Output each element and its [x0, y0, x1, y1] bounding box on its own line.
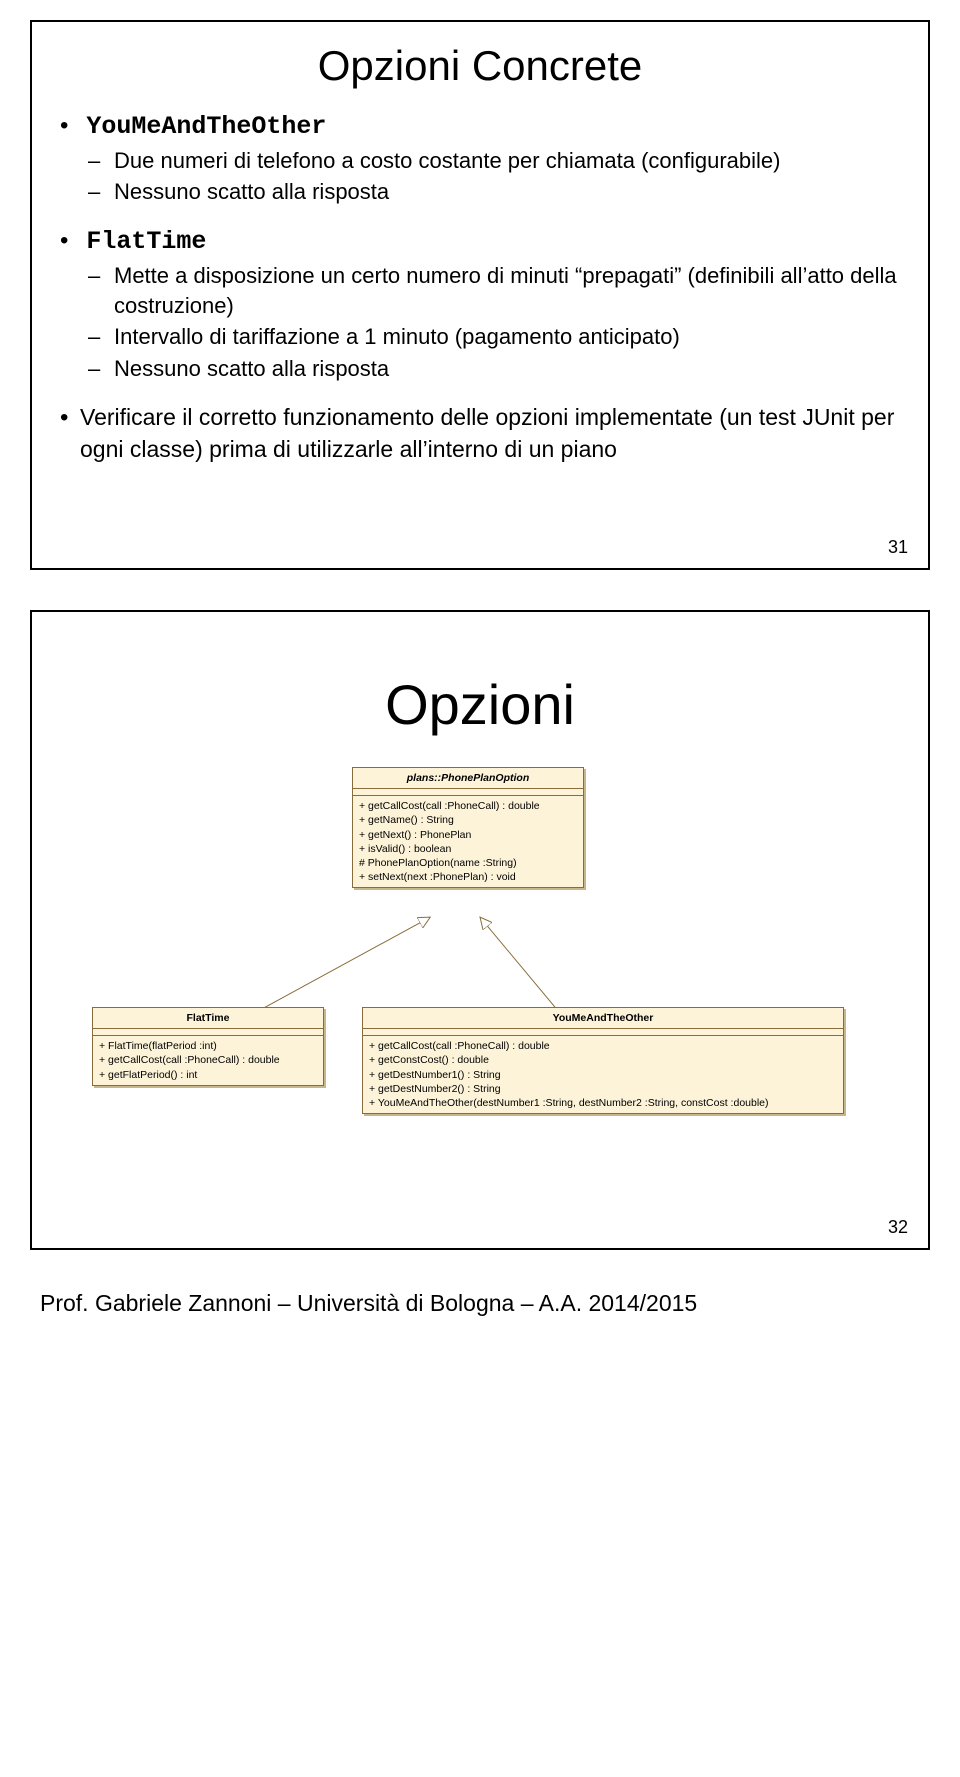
uml-method: + getCallCost(call :PhoneCall) : double — [369, 1039, 837, 1053]
uml-method: + getDestNumber2() : String — [369, 1082, 837, 1096]
code-label: FlatTime — [86, 227, 206, 256]
uml-method: + setNext(next :PhonePlan) : void — [359, 870, 577, 884]
uml-method: # PhonePlanOption(name :String) — [359, 856, 577, 870]
uml-diagram: plans::PhonePlanOption + getCallCost(cal… — [62, 767, 898, 1137]
sub-list: Mette a disposizione un certo numero di … — [80, 261, 898, 384]
uml-class-flattime: FlatTime + FlatTime(flatPeriod :int) + g… — [92, 1007, 324, 1086]
sub-list: Due numeri di telefono a costo costante … — [80, 146, 898, 207]
uml-method: + getName() : String — [359, 813, 577, 827]
sub-item: Nessuno scatto alla risposta — [114, 354, 898, 384]
bullet-list: YouMeAndTheOther Due numeri di telefono … — [62, 110, 898, 465]
uml-methods: + getCallCost(call :PhoneCall) : double … — [363, 1036, 843, 1113]
page-number: 31 — [888, 537, 908, 558]
uml-empty-section — [93, 1029, 323, 1036]
slide-2: Opzioni plans::PhonePlanOption + getCall… — [30, 610, 930, 1250]
sub-item: Due numeri di telefono a costo costante … — [114, 146, 898, 176]
page-number: 32 — [888, 1217, 908, 1238]
uml-method: + FlatTime(flatPeriod :int) — [99, 1039, 317, 1053]
uml-empty-section — [363, 1029, 843, 1036]
uml-method: + getDestNumber1() : String — [369, 1068, 837, 1082]
slide-title: Opzioni — [62, 672, 898, 737]
bullet-youme: YouMeAndTheOther Due numeri di telefono … — [80, 110, 898, 207]
uml-method: + getFlatPeriod() : int — [99, 1068, 317, 1082]
code-label: YouMeAndTheOther — [86, 112, 326, 141]
uml-class-name: YouMeAndTheOther — [363, 1008, 843, 1029]
uml-methods: + FlatTime(flatPeriod :int) + getCallCos… — [93, 1036, 323, 1085]
slide-1: Opzioni Concrete YouMeAndTheOther Due nu… — [30, 20, 930, 570]
uml-method: + YouMeAndTheOther(destNumber1 :String, … — [369, 1096, 837, 1110]
uml-class-youmeandtheother: YouMeAndTheOther + getCallCost(call :Pho… — [362, 1007, 844, 1114]
uml-class-name: plans::PhonePlanOption — [353, 768, 583, 789]
uml-class-name: FlatTime — [93, 1008, 323, 1029]
bullet-verify: Verificare il corretto funzionamento del… — [80, 402, 898, 465]
slide-title: Opzioni Concrete — [62, 42, 898, 90]
uml-empty-section — [353, 789, 583, 796]
uml-class-phoneplanoption: plans::PhonePlanOption + getCallCost(cal… — [352, 767, 584, 888]
uml-methods: + getCallCost(call :PhoneCall) : double … — [353, 796, 583, 887]
uml-method: + getCallCost(call :PhoneCall) : double — [359, 799, 577, 813]
bullet-flattime: FlatTime Mette a disposizione un certo n… — [80, 225, 898, 384]
uml-method: + getNext() : PhonePlan — [359, 828, 577, 842]
footer-text: Prof. Gabriele Zannoni – Università di B… — [40, 1290, 960, 1317]
sub-item: Intervallo di tariffazione a 1 minuto (p… — [114, 322, 898, 352]
uml-method: + isValid() : boolean — [359, 842, 577, 856]
sub-item: Mette a disposizione un certo numero di … — [114, 261, 898, 320]
sub-item: Nessuno scatto alla risposta — [114, 177, 898, 207]
uml-method: + getConstCost() : double — [369, 1053, 837, 1067]
uml-method: + getCallCost(call :PhoneCall) : double — [99, 1053, 317, 1067]
